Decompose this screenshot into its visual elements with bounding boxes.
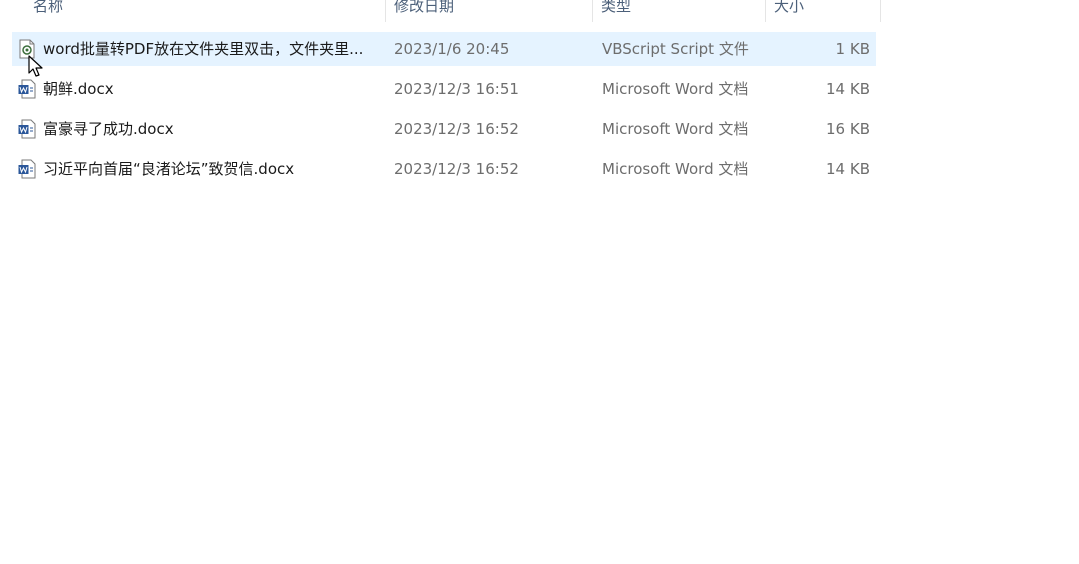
file-type: VBScript Script 文件 — [602, 40, 749, 58]
word-document-icon — [18, 79, 36, 99]
file-date: 2023/1/6 20:45 — [394, 40, 510, 58]
mouse-pointer-icon — [28, 55, 43, 77]
file-type: Microsoft Word 文档 — [602, 80, 749, 98]
file-type: Microsoft Word 文档 — [602, 160, 749, 178]
column-divider[interactable] — [880, 0, 881, 22]
file-name: 朝鲜.docx — [43, 80, 114, 98]
file-size: 16 KB — [826, 120, 870, 138]
column-divider[interactable] — [592, 0, 593, 22]
file-date: 2023/12/3 16:51 — [394, 80, 519, 98]
file-row[interactable]: 朝鲜.docx 2023/12/3 16:51 Microsoft Word 文… — [12, 72, 876, 106]
file-name: 富豪寻了成功.docx — [43, 120, 174, 138]
file-row[interactable]: word批量转PDF放在文件夹里双击，文件夹里... 2023/1/6 20:4… — [12, 32, 876, 66]
column-divider[interactable] — [765, 0, 766, 22]
file-size: 14 KB — [826, 160, 870, 178]
file-row[interactable]: 习近平向首届“良渚论坛”致贺信.docx 2023/12/3 16:52 Mic… — [12, 152, 876, 186]
column-header-type[interactable]: 类型 — [601, 0, 631, 21]
file-size: 14 KB — [826, 80, 870, 98]
column-header-size[interactable]: 大小 — [774, 0, 804, 21]
file-name: 习近平向首届“良渚论坛”致贺信.docx — [43, 160, 295, 178]
column-header-bar: 名称 修改日期 类型 大小 — [0, 0, 881, 22]
file-date: 2023/12/3 16:52 — [394, 160, 519, 178]
word-document-icon — [18, 119, 36, 139]
file-size: 1 KB — [835, 40, 870, 58]
column-divider[interactable] — [385, 0, 386, 22]
column-header-name[interactable]: 名称 — [33, 0, 63, 21]
file-date: 2023/12/3 16:52 — [394, 120, 519, 138]
file-type: Microsoft Word 文档 — [602, 120, 749, 138]
file-name: word批量转PDF放在文件夹里双击，文件夹里... — [43, 40, 364, 58]
column-header-date[interactable]: 修改日期 — [394, 0, 454, 21]
file-row[interactable]: 富豪寻了成功.docx 2023/12/3 16:52 Microsoft Wo… — [12, 112, 876, 146]
word-document-icon — [18, 159, 36, 179]
